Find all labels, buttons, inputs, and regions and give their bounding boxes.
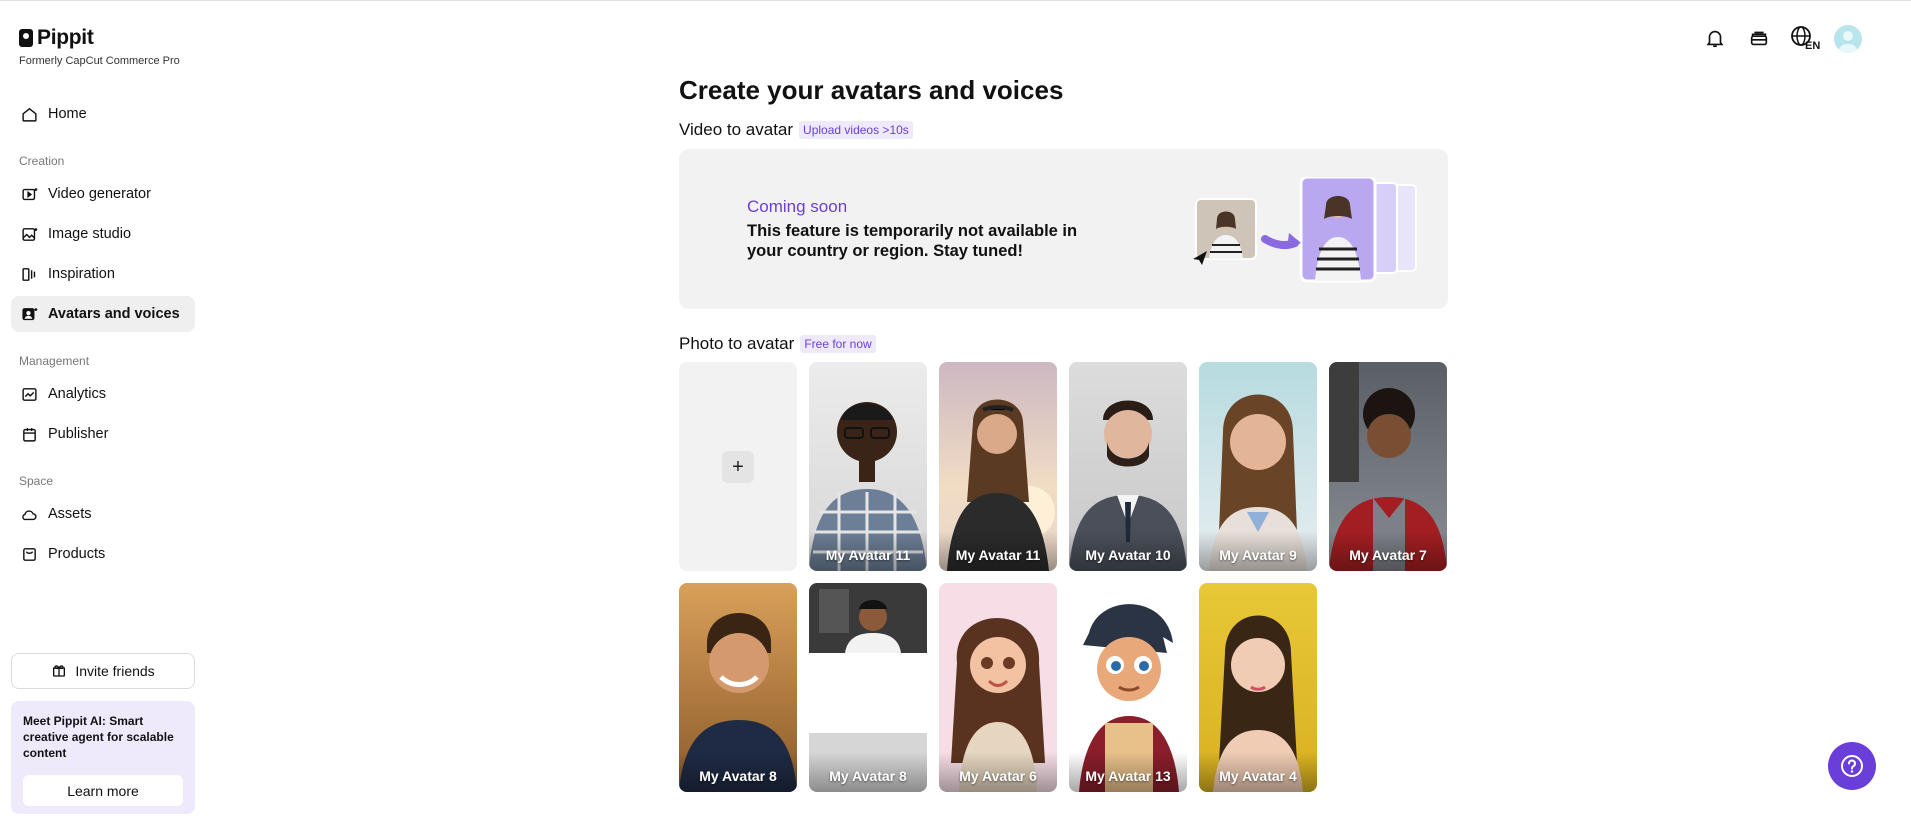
avatar-name: My Avatar 9 [1219,547,1297,563]
avatar-name: My Avatar 11 [825,547,911,563]
video-to-avatar-illustration [1193,175,1423,289]
free-for-now-badge: Free for now [800,335,876,353]
avatar-card[interactable]: My Avatar 13 [1069,583,1187,792]
coming-soon-card: Coming soon This feature is temporarily … [679,149,1448,309]
question-mark-icon [1841,755,1863,777]
sidebar-item-publisher[interactable]: Publisher [11,416,195,452]
sidebar-item-analytics[interactable]: Analytics [11,376,195,412]
learn-more-button[interactable]: Learn more [23,775,183,806]
sidebar-item-label: Analytics [48,386,107,402]
invite-friends-label: Invite friends [75,663,155,679]
language-globe-icon[interactable]: EN [1790,26,1822,51]
home-icon [20,105,38,123]
avatar-card[interactable]: My Avatar 11 [939,362,1057,571]
section-label-creation: Creation [19,154,65,168]
sidebar-item-label: Avatars and voices [48,306,180,322]
sidebar-item-inspiration[interactable]: Inspiration [11,256,195,292]
avatar-name: My Avatar 8 [829,768,907,784]
sidebar-item-label: Image studio [48,226,132,242]
analytics-icon [20,385,38,403]
pippit-ai-promo: Meet Pippit AI: Smart creative agent for… [11,701,195,814]
add-avatar-tile[interactable]: + [679,362,797,571]
page-title: Create your avatars and voices [679,75,1064,105]
brand-name: Pippit [37,26,94,49]
credits-stack-icon[interactable] [1747,26,1771,50]
avatar-card[interactable]: My Avatar 4 [1199,583,1317,792]
brand-logo[interactable]: Pippit [19,26,94,50]
image-studio-icon [20,225,38,243]
avatar-card[interactable]: My Avatar 8 [809,583,927,792]
sidebar-item-label: Publisher [48,426,109,442]
sidebar-item-label: Inspiration [48,266,115,282]
sidebar-item-label: Home [48,106,87,122]
avatar-name: My Avatar 10 [1085,547,1171,563]
calendar-icon [20,425,38,443]
avatar-card[interactable]: My Avatar 7 [1329,362,1447,571]
avatar-name: My Avatar 7 [1349,547,1427,563]
sidebar-item-label: Products [48,546,106,562]
section-title: Video to avatar [679,120,794,139]
avatar-card[interactable]: My Avatar 8 [679,583,797,792]
sidebar-item-home[interactable]: Home [11,96,195,132]
section-title: Photo to avatar [679,334,795,353]
section-label-management: Management [19,354,90,368]
user-avatar[interactable] [1834,25,1862,53]
avatar-icon [20,305,38,323]
sidebar: Pippit Formerly CapCut Commerce Pro Home… [0,0,200,818]
avatar-name: My Avatar 11 [955,547,1041,563]
product-box-icon [20,545,38,563]
avatar-name: My Avatar 8 [699,768,777,784]
video-generator-icon [20,185,38,203]
coming-soon-body: This feature is temporarily not availabl… [747,222,1078,260]
sidebar-item-image-studio[interactable]: Image studio [11,216,195,252]
pippit-logo-icon [19,29,33,47]
video-to-avatar-header: Video to avatar Upload videos >10s [679,120,913,140]
notification-bell-icon[interactable] [1703,26,1727,50]
upload-videos-badge: Upload videos >10s [799,121,913,139]
avatar-card[interactable]: My Avatar 11 [809,362,927,571]
section-label-space: Space [19,474,54,488]
avatar-name: My Avatar 4 [1219,768,1297,784]
avatar-card[interactable]: My Avatar 9 [1199,362,1317,571]
sidebar-item-label: Video generator [48,186,151,202]
gift-icon [51,662,67,681]
avatar-card[interactable]: My Avatar 6 [939,583,1057,792]
sidebar-item-avatars-and-voices[interactable]: Avatars and voices [11,296,195,332]
inspiration-icon [20,265,38,283]
promo-text: Meet Pippit AI: Smart creative agent for… [23,714,174,760]
avatar-name: My Avatar 6 [959,768,1037,784]
svg-text:EN: EN [1805,40,1820,51]
help-button[interactable] [1828,742,1876,790]
avatar-name: My Avatar 13 [1085,768,1171,784]
coming-soon-title: Coming soon [747,197,848,216]
avatar-card[interactable]: My Avatar 10 [1069,362,1187,571]
sidebar-item-assets[interactable]: Assets [11,496,195,532]
invite-friends-button[interactable]: Invite friends [11,653,195,689]
plus-icon: + [722,451,754,483]
sidebar-item-label: Assets [48,506,92,522]
sidebar-item-video-generator[interactable]: Video generator [11,176,195,212]
sidebar-item-products[interactable]: Products [11,536,195,572]
cloud-icon [20,505,38,523]
top-border [0,0,1911,1]
brand-subtitle: Formerly CapCut Commerce Pro [19,55,180,67]
photo-to-avatar-header: Photo to avatar Free for now [679,334,876,354]
